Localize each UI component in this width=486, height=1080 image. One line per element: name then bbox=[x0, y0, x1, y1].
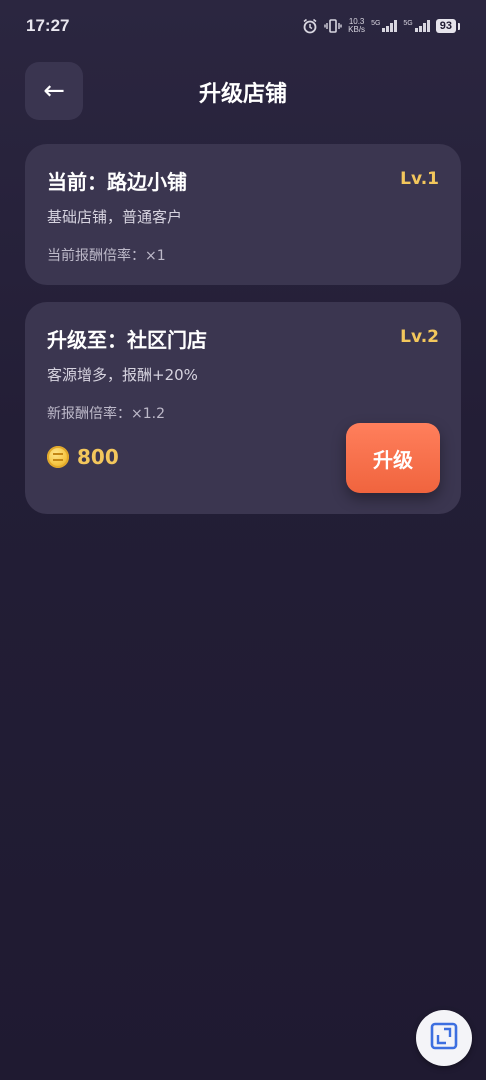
signal-bars-icon bbox=[382, 20, 398, 32]
battery-indicator: 93 bbox=[435, 19, 461, 33]
net-speed-unit: KB/s bbox=[348, 25, 366, 34]
page-title: 升级店铺 bbox=[198, 82, 287, 107]
sim1-signal: 5G bbox=[371, 20, 398, 32]
sim2-label: 5G bbox=[403, 20, 413, 27]
status-time: 17:27 bbox=[26, 16, 70, 35]
floating-window-button[interactable] bbox=[416, 1010, 472, 1066]
current-shop-description: 基础店铺，普通客户 bbox=[47, 208, 183, 226]
vibrate-icon bbox=[324, 18, 342, 34]
alarm-icon bbox=[302, 18, 318, 34]
next-shop-description: 客源增多，报酬+20% bbox=[47, 366, 198, 384]
net-speed: 10.3 KB/s bbox=[348, 18, 365, 34]
current-shop-card: 当前：路边小铺 Lv.1 基础店铺，普通客户 当前报酬倍率：×1 bbox=[25, 144, 461, 285]
next-shop-card: 升级至：社区门店 Lv.2 客源增多，报酬+20% 新报酬倍率：×1.2 800… bbox=[25, 302, 461, 514]
coin-icon bbox=[47, 446, 69, 468]
next-shop-level: Lv.2 bbox=[400, 327, 439, 347]
upgrade-cost: 800 bbox=[47, 445, 119, 469]
sim2-signal: 5G bbox=[403, 20, 430, 32]
current-shop-title: 当前：路边小铺 bbox=[47, 170, 187, 194]
current-shop-level: Lv.1 bbox=[400, 169, 439, 189]
current-shop-rate: 当前报酬倍率：×1 bbox=[47, 248, 166, 264]
upgrade-cost-value: 800 bbox=[77, 445, 119, 469]
status-bar: 17:27 10.3 KB/s 5G 5G 93 bbox=[0, 0, 486, 52]
upgrade-button[interactable]: 升级 bbox=[346, 423, 440, 493]
next-shop-title: 升级至：社区门店 bbox=[47, 328, 207, 352]
next-shop-rate: 新报酬倍率：×1.2 bbox=[47, 406, 165, 422]
status-icons: 10.3 KB/s 5G 5G 93 bbox=[302, 18, 461, 34]
floating-window-icon bbox=[430, 1022, 458, 1054]
signal-bars-icon bbox=[414, 20, 430, 32]
sim1-label: 5G bbox=[371, 20, 381, 27]
